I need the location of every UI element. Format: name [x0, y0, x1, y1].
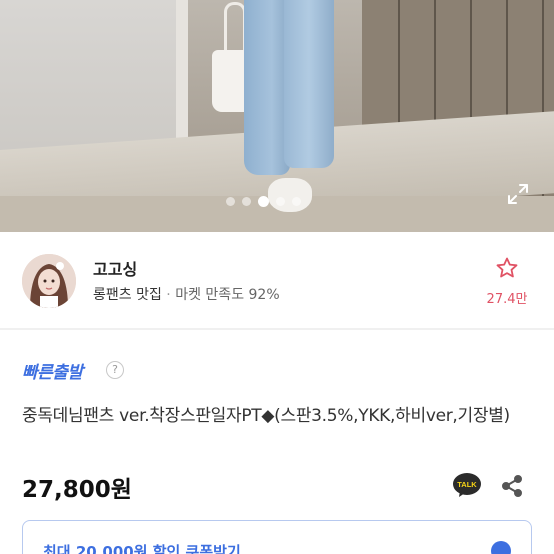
fast-shipping-badge: 빠른출발	[22, 363, 83, 383]
product-price: 27,800원	[22, 477, 132, 503]
gallery-dot[interactable]	[276, 197, 285, 206]
gallery-dot[interactable]	[242, 197, 251, 206]
coupon-button[interactable]: 최대 20,000원 할인 쿠폰받기	[22, 520, 532, 554]
seller-section: 고고싱 롱팬츠 맛집 · 마켓 만족도 92% 27.4만	[0, 232, 554, 328]
expand-icon[interactable]	[506, 182, 530, 206]
product-title: 중독데님팬츠 ver.착장스판일자PT◆(스판3.5%,YKK,하비ver,기장…	[22, 406, 510, 426]
talk-label: TALK	[457, 480, 477, 489]
like-count: 27.4만	[486, 292, 528, 307]
gallery-dot[interactable]	[292, 197, 301, 206]
kakao-talk-icon[interactable]: TALK	[452, 472, 482, 498]
coupon-download-icon	[491, 541, 511, 554]
seller-category: 롱팬츠 맛집	[93, 287, 162, 303]
gallery-dot[interactable]	[258, 196, 269, 207]
share-icon[interactable]	[500, 474, 524, 498]
help-icon[interactable]: ?	[106, 361, 124, 379]
section-divider	[0, 328, 554, 330]
gallery-pagination	[226, 196, 301, 207]
seller-meta: 롱팬츠 맛집 · 마켓 만족도 92%	[93, 284, 280, 304]
seller-satisfaction: 마켓 만족도 92%	[175, 287, 280, 303]
seller-name[interactable]: 고고싱	[93, 256, 137, 280]
gallery-dot[interactable]	[226, 197, 235, 206]
avatar-image	[22, 254, 76, 308]
meta-separator: ·	[161, 287, 176, 303]
star-outline-icon	[496, 257, 518, 278]
seller-avatar[interactable]	[22, 254, 76, 308]
coupon-label: 최대 20,000원 할인 쿠폰받기	[43, 543, 241, 554]
like-button[interactable]: 27.4만	[482, 256, 532, 307]
product-image[interactable]	[0, 0, 554, 232]
photo-jeans-right-leg	[284, 0, 334, 168]
